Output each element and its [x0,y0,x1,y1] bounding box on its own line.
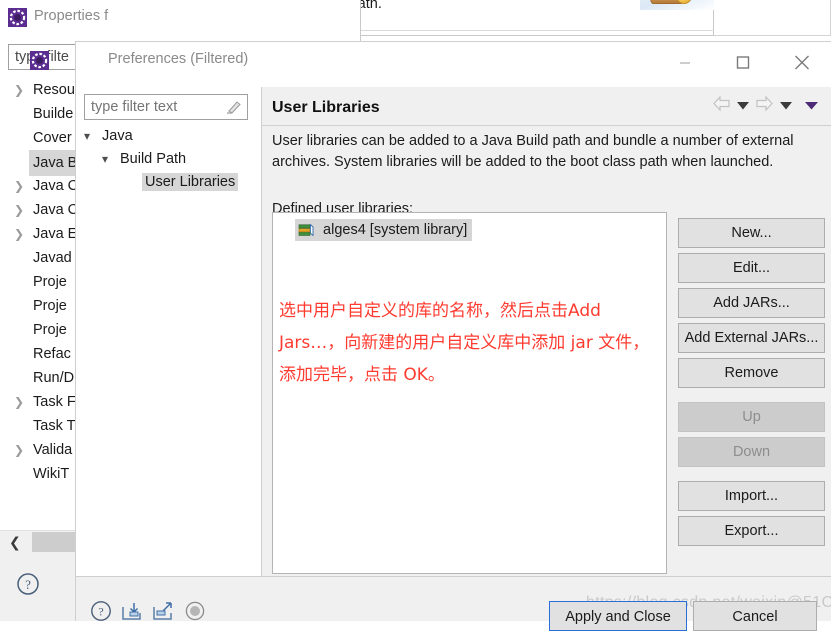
prop-tree-item-label: Run/D [33,370,75,386]
up-button[interactable]: Up [678,402,825,432]
forward-arrow-icon[interactable] [755,95,774,115]
clear-filter-icon[interactable] [226,100,242,114]
list-item[interactable]: alges4 [system library] [295,219,473,241]
back-arrow-icon[interactable] [712,95,731,115]
prop-tree-item-label: Builde [33,106,74,122]
pref-tree-item-label: User Libraries [142,173,239,191]
svg-text:?: ? [98,605,103,619]
svg-text:?: ? [25,577,31,592]
books-library-icon [298,222,314,237]
prop-tree-item-label: Proje [33,322,67,338]
preferences-filter-input[interactable] [84,94,248,120]
filter-settings-icon[interactable] [185,601,205,621]
apply-and-close-button[interactable]: Apply and Close [549,601,687,631]
prop-tree-item-label: Proje [33,298,67,314]
page-description: User libraries can be added to a Java Bu… [272,133,794,170]
prop-tree-item-label: Java C [33,178,79,194]
page-title: User Libraries [272,99,380,116]
down-button[interactable]: Down [678,437,825,467]
export-preferences-icon[interactable] [152,601,174,621]
pref-tree-item-user-libraries[interactable]: User Libraries [142,171,239,194]
chevron-down-icon[interactable]: ▾ [84,125,90,148]
page-menu-dropdown-icon[interactable] [805,98,818,113]
edit-button[interactable]: Edit... [678,253,825,283]
properties-horizontal-scrollbar[interactable]: ❮ [0,530,76,553]
prop-tree-item-label: Cover [33,130,72,146]
prop-tree-item-label: Refac [33,346,71,362]
prop-tree-item-label: Java B [29,150,82,176]
close-icon[interactable] [779,41,825,87]
prop-tree-item-label: WikiT [33,466,70,482]
prop-tree-item-label: Task T [33,418,76,434]
new-button[interactable]: New... [678,218,825,248]
chevron-right-icon[interactable]: ❯ [14,198,26,222]
properties-titlebar: Properties f [0,0,360,34]
export-button[interactable]: Export... [678,516,825,546]
eclipse-icon [8,8,27,27]
chevron-left-icon[interactable]: ❮ [9,533,21,551]
prop-tree-item-label: Javad [33,250,72,266]
help-icon[interactable]: ? [16,572,40,596]
prop-tree-item-label: Task F [33,394,76,410]
pref-tree-item-label: Java [102,128,133,144]
cancel-button[interactable]: Cancel [693,601,817,631]
prop-tree-item-label: Java C [33,202,79,218]
user-libraries-list[interactable]: alges4 [system library] 选中用户自定义的库的名称，然后点… [272,212,667,574]
title-divider [262,125,831,126]
import-button[interactable]: Import... [678,481,825,511]
wizard-window-controls [714,0,831,36]
scrollbar-thumb[interactable] [32,532,76,552]
close-icon[interactable] [773,0,819,9]
prop-tree-item-label: Proje [33,274,67,290]
properties-dialog-title: Properties f [34,8,109,24]
maximize-icon[interactable] [720,0,766,9]
prop-tree-item-label: Valida [33,442,73,458]
chevron-down-icon[interactable]: ▾ [102,148,108,171]
chevron-right-icon[interactable]: ❯ [14,78,26,102]
maximize-icon[interactable] [720,41,766,87]
minimize-icon[interactable] [662,41,708,87]
chevron-right-icon[interactable]: ❯ [14,174,26,198]
chevron-right-icon[interactable]: ❯ [14,222,26,246]
import-preferences-icon[interactable] [121,601,143,621]
prop-tree-item-label: Java E [33,226,78,242]
remove-button[interactable]: Remove [678,358,825,388]
pref-tree-item-java[interactable]: ▾ Java [84,125,133,148]
pref-tree-item-label: Build Path [120,151,187,167]
chevron-right-icon[interactable]: ❯ [14,438,26,462]
add-jars-button[interactable]: Add JARs... [678,288,825,318]
list-item-label: alges4 [system library] [323,222,468,238]
jar-library-banner-icon [640,0,714,10]
page-navigation-toolbar[interactable] [712,92,824,118]
help-icon[interactable]: ? [90,600,112,622]
prop-tree-item-label: Resou [33,82,75,98]
preferences-tree-panel: ▾ Java ▾ Build Path User Libraries [76,87,262,576]
red-annotation-text: 选中用户自定义的库的名称，然后点击Add Jars…，向新建的用户自定义库中添加… [279,301,650,385]
add-external-jars-button[interactable]: Add External JARs... [678,323,825,353]
forward-dropdown-icon[interactable] [780,98,792,113]
preferences-dialog-title: Preferences (Filtered) [108,51,249,67]
pref-tree-item-build-path[interactable]: ▾ Build Path [102,148,186,171]
chevron-right-icon[interactable]: ❯ [14,390,26,414]
back-dropdown-icon[interactable] [737,98,749,113]
eclipse-icon [30,51,49,70]
